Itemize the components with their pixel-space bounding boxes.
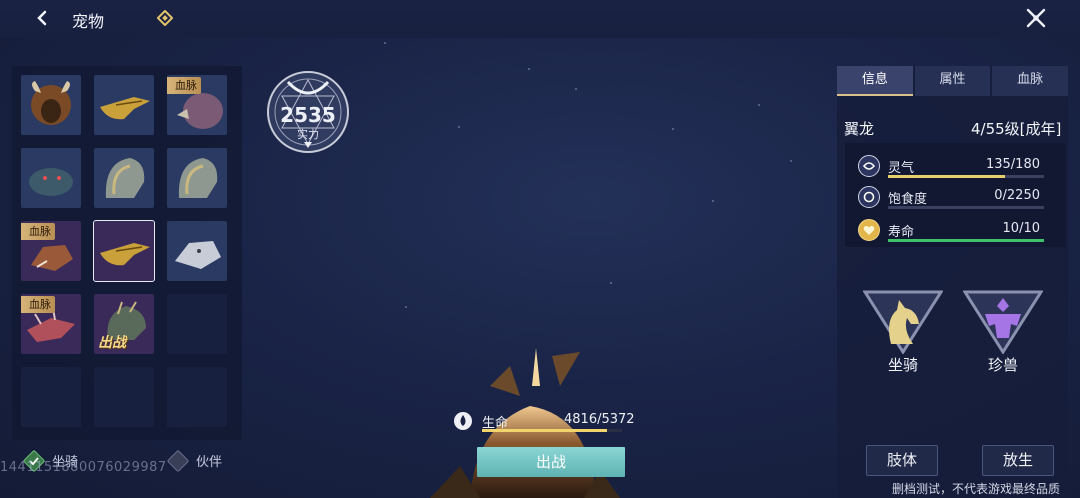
star (384, 42, 386, 44)
pet-slot[interactable] (167, 148, 227, 208)
power-value: 2535 (280, 103, 336, 127)
pet-slot[interactable] (21, 148, 81, 208)
power-label: 实力 (297, 128, 319, 141)
stat-spirit: 灵气 135/180 (858, 155, 1044, 181)
star (758, 104, 760, 106)
top-bar: 宠物 (0, 0, 1080, 38)
test-disclaimer: 删档测试，不代表游戏最终品质 (892, 482, 1061, 496)
stat-bar (888, 206, 1044, 209)
spirit-icon (858, 155, 880, 177)
star (610, 282, 612, 284)
hp-bar (482, 429, 622, 432)
role-label: 珍兽 (987, 356, 1018, 374)
empty-slot[interactable] (167, 294, 227, 354)
star (672, 128, 674, 130)
pet-slot[interactable]: 血脉 (21, 294, 81, 354)
star (575, 88, 577, 90)
crocodile-icon (94, 75, 154, 135)
partner-filter[interactable]: 伙伴 (166, 449, 223, 472)
heart-icon (858, 219, 880, 241)
stat-label: 寿命 (888, 225, 915, 240)
diamond-icon (157, 10, 173, 26)
role-rare-beast[interactable]: 珍兽 (962, 290, 1044, 380)
chevron-left-icon (37, 10, 47, 26)
bloodline-tag: 血脉 (167, 77, 201, 94)
pet-level: 4/55级[成年] (971, 120, 1062, 138)
back-button[interactable] (26, 4, 60, 32)
bloodline-tag: 血脉 (21, 296, 55, 313)
stat-value: 135/180 (985, 157, 1040, 172)
close-icon (1026, 8, 1046, 28)
boar-icon (21, 75, 81, 135)
white-wolf-icon (167, 221, 227, 281)
stat-lifespan: 寿命 10/10 (858, 219, 1044, 245)
stat-label: 灵气 (888, 161, 915, 176)
pet-slot[interactable] (167, 221, 227, 281)
stat-bar-fill (888, 175, 1005, 178)
pet-slot[interactable] (94, 148, 154, 208)
power-emblem: 2535 实力 (266, 70, 350, 154)
stat-value: 0/2250 (994, 188, 1040, 203)
lizard-icon (21, 148, 81, 208)
panel-tabs: 信息 属性 血脉 (837, 66, 1069, 96)
pet-slot[interactable] (94, 75, 154, 135)
crocodile-icon (94, 221, 154, 281)
pet-slot[interactable]: 血脉 (21, 221, 81, 281)
pet-name: 翼龙 (844, 120, 875, 138)
serpent-icon (94, 148, 154, 208)
star (405, 306, 407, 308)
tab-bloodline[interactable]: 血脉 (992, 66, 1069, 96)
pet-slot[interactable]: 出战 (94, 294, 154, 354)
deployed-tag: 出战 (98, 335, 126, 351)
user-id: 1441151880076029987 (0, 460, 167, 475)
satiety-icon (858, 186, 880, 208)
star (712, 200, 714, 202)
role-label: 坐骑 (887, 356, 918, 374)
empty-slot[interactable] (94, 367, 154, 427)
pet-slot[interactable] (21, 75, 81, 135)
hp-bar-fill (482, 429, 608, 432)
serpent-icon (167, 148, 227, 208)
close-button[interactable] (1020, 3, 1052, 33)
limb-button[interactable]: 肢体 (866, 445, 938, 476)
bloodline-tag: 血脉 (21, 223, 55, 240)
pet-slot[interactable]: 血脉 (167, 75, 227, 135)
rare-beast-icon (962, 290, 1044, 355)
empty-slot[interactable] (167, 367, 227, 427)
stat-bar-fill (888, 239, 1044, 242)
hp-value: 4816/5372 (564, 412, 635, 427)
role-mount[interactable]: 坐骑 (862, 290, 944, 380)
empty-slot[interactable] (21, 367, 81, 427)
stat-label: 饱食度 (888, 192, 928, 207)
pet-slot-selected[interactable] (93, 220, 155, 282)
release-button[interactable]: 放生 (982, 445, 1054, 476)
horse-icon (862, 290, 944, 355)
page-title: 宠物 (72, 12, 105, 31)
stat-value: 10/10 (1002, 221, 1040, 236)
tab-attributes[interactable]: 属性 (914, 66, 991, 96)
star (458, 126, 460, 128)
star (790, 160, 792, 162)
tab-info[interactable]: 信息 (837, 66, 913, 96)
unchecked-icon (166, 449, 190, 472)
hp-drop-icon (454, 412, 472, 430)
partner-filter-label: 伙伴 (196, 455, 223, 470)
stat-bar (888, 239, 1044, 242)
stat-satiety: 饱食度 0/2250 (858, 186, 1044, 212)
star (528, 68, 530, 70)
stat-bar (888, 175, 1044, 178)
deploy-button[interactable]: 出战 (477, 447, 625, 477)
